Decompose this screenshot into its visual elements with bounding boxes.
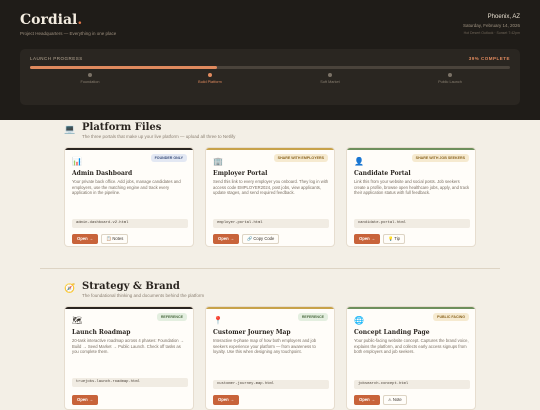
badge-share-with-job-seekers: SHARE WITH JOB SEEKERS	[411, 154, 469, 162]
header-info: Phoenix, AZ Saturday, February 14, 2026 …	[463, 14, 520, 35]
card-candidate-portal: 👤 SHARE WITH JOB SEEKERS Candidate Porta…	[346, 147, 476, 247]
bar-chart-icon: 📊	[72, 157, 82, 166]
section-description: The three portals that make up your live…	[82, 134, 236, 139]
progress-step-public-launch[interactable]: Public Launch	[410, 73, 490, 84]
card-title: Launch Roadmap	[72, 329, 131, 336]
card-accent-bar	[65, 307, 193, 309]
step-dot	[448, 73, 452, 77]
card-description: Interactive 6-phase map of how both empl…	[213, 338, 317, 355]
badge-share-with-employers: SHARE WITH EMPLOYERS	[273, 154, 328, 162]
step-dot	[88, 73, 92, 77]
open-button[interactable]: Open →	[213, 395, 239, 405]
notes-button[interactable]: 📋 Notes	[101, 234, 129, 244]
card-launch-roadmap: 🗺 REFERENCE Launch Roadmap 20-task inter…	[64, 306, 194, 410]
section-description: The foundational thinking and documents …	[82, 293, 205, 298]
header-subtitle: Project Headquarters — Everything in one…	[20, 31, 117, 36]
date-text: Saturday, February 14, 2026	[463, 23, 520, 28]
brand-logo[interactable]: Cordial.	[20, 12, 82, 28]
compass-icon: 🧭	[64, 283, 76, 293]
pin-icon: 📍	[213, 316, 223, 325]
card-accent-bar	[347, 148, 475, 150]
card-filename: jobsearch-concept.html	[354, 380, 470, 389]
step-label: Public Launch	[438, 80, 462, 84]
section-divider	[40, 268, 500, 269]
card-title: Admin Dashboard	[72, 170, 133, 177]
person-icon: 👤	[354, 157, 364, 166]
card-title: Candidate Portal	[354, 170, 411, 177]
card-accent-bar	[206, 307, 334, 309]
progress-step-foundation[interactable]: Foundation	[50, 73, 130, 84]
badge-public-facing: PUBLIC FACING	[433, 313, 469, 321]
step-label: Build Platform	[198, 80, 222, 84]
card-filename: customer-journey-map.html	[213, 380, 329, 389]
card-description: 20-task interactive roadmap across 4 pha…	[72, 338, 184, 355]
card-admin-dashboard: 📊 FOUNDER ONLY Admin Dashboard Your priv…	[64, 147, 194, 247]
step-label: Soft Market	[320, 80, 340, 84]
badge-founder-only: FOUNDER ONLY	[150, 154, 187, 162]
open-button[interactable]: Open →	[213, 234, 239, 244]
card-employer-portal: 🏢 SHARE WITH EMPLOYERS Employer Portal S…	[205, 147, 335, 247]
globe-icon: 🌐	[354, 316, 364, 325]
card-description: Link this from your website and social p…	[354, 179, 470, 196]
step-label: Foundation	[80, 80, 100, 84]
launch-progress-panel: LAUNCH PROGRESS 39% COMPLETE Foundation …	[20, 49, 520, 105]
copy-code-button[interactable]: 🔗 Copy Code	[242, 234, 280, 244]
step-dot	[208, 73, 212, 77]
laptop-icon: 💻	[64, 124, 76, 134]
card-title: Concept Landing Page	[354, 329, 430, 336]
card-concept-landing-page: 🌐 PUBLIC FACING Concept Landing Page You…	[346, 306, 476, 410]
card-accent-bar	[65, 148, 193, 150]
building-icon: 🏢	[213, 157, 223, 166]
tip-button[interactable]: 💡 Tip	[383, 234, 405, 244]
section-title: Platform Files	[82, 122, 162, 133]
progress-percent: 39% COMPLETE	[468, 56, 510, 61]
card-customer-journey-map: 📍 REFERENCE Customer Journey Map Interac…	[205, 306, 335, 410]
section-title: Strategy & Brand	[82, 281, 180, 292]
progress-label: LAUNCH PROGRESS	[30, 56, 83, 61]
card-description: Your private back office. Add jobs, mana…	[72, 179, 181, 196]
location-text: Phoenix, AZ	[487, 14, 520, 20]
card-filename: admin-dashboard-v2.html	[72, 219, 188, 228]
badge-reference: REFERENCE	[156, 313, 187, 321]
card-description: Send this link to every employer you onb…	[213, 179, 329, 196]
card-filename: candidate-portal.html	[354, 219, 470, 228]
map-icon: 🗺	[72, 316, 83, 325]
card-accent-bar	[206, 148, 334, 150]
open-button[interactable]: Open →	[354, 234, 380, 244]
step-dot	[328, 73, 332, 77]
open-button[interactable]: Open →	[72, 234, 98, 244]
open-button[interactable]: Open →	[72, 395, 98, 405]
card-description: Your public-facing website concept. Capt…	[354, 338, 469, 355]
progress-step-soft-market[interactable]: Soft Market	[290, 73, 370, 84]
card-filename: truejobs-launch-roadmap.html	[72, 378, 188, 387]
progress-step-build-platform[interactable]: Build Platform	[170, 73, 250, 84]
card-title: Customer Journey Map	[213, 329, 291, 336]
card-filename: employer-portal.html	[213, 219, 329, 228]
app-header: Cordial. Project Headquarters — Everythi…	[0, 0, 540, 120]
progress-fill	[30, 66, 218, 69]
badge-reference: REFERENCE	[297, 313, 328, 321]
card-title: Employer Portal	[213, 170, 268, 177]
note-button[interactable]: ⚠ Note	[383, 395, 407, 405]
progress-track	[30, 66, 510, 69]
card-accent-bar	[347, 307, 475, 309]
weather-text: Hot Desert Outlook · Sunset 7:42pm	[463, 31, 520, 35]
open-button[interactable]: Open →	[354, 395, 380, 405]
